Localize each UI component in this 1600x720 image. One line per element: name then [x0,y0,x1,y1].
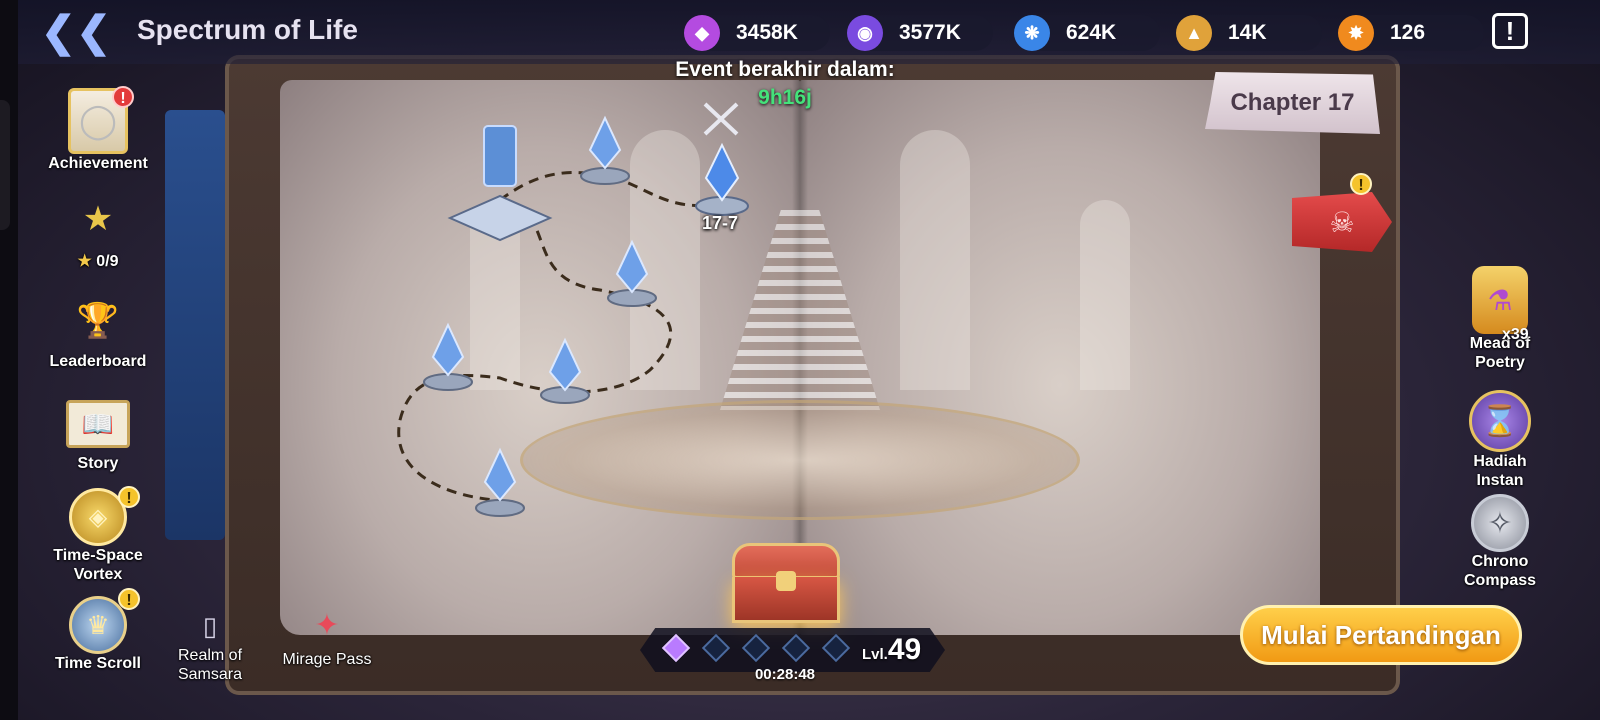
currency-slot[interactable]: ✸ 126 [1338,15,1484,51]
level-value: 49 [887,633,922,666]
star-trophy-icon: ★ [82,200,114,238]
page-title: Spectrum of Life [137,14,358,45]
currency-slot[interactable]: ❋ 624K [1014,15,1160,51]
mead-of-poetry-button[interactable]: ⚗ Mead of Poetry [1442,266,1558,372]
time-space-vortex-button[interactable]: ◈ Time-Space Vortex [40,488,156,584]
currency-slot[interactable]: ◉ 3577K [847,15,993,51]
mirage-pass-label: Mirage Pass [282,651,372,668]
time-scroll-label: Time Scroll [55,655,141,672]
info-icon: ! [1505,16,1515,46]
leaderboard-label: Leaderboard [49,353,147,370]
star-reward-button[interactable]: ★ ★ 0/9 [40,186,156,271]
stage-node[interactable] [423,322,473,391]
violet-eye-gem-icon: ◉ [847,15,883,51]
level-prefix: Lvl. [862,646,888,663]
currency-value: 624K [1066,21,1117,44]
currency-value: 3577K [899,21,961,44]
hourglass-icon: ⌛ [1469,390,1531,452]
boss-stage-button[interactable]: ☠ [1292,192,1392,252]
star-icon: ★ [77,253,92,270]
star-progress-value: 0/9 [96,253,119,270]
progress-timer: 00:28:48 [754,666,816,683]
stage-node-current[interactable] [695,102,749,216]
event-countdown-label: Event berakhir dalam: [675,58,895,81]
currency-value: 14K [1228,21,1267,44]
mirage-pass-button[interactable]: ✦ Mirage Pass [272,600,382,669]
event-countdown-time: 9h16j [758,86,812,109]
chest-lock-icon [776,571,796,591]
start-match-button[interactable]: Mulai Pertandingan [1240,605,1522,665]
realm-of-samsara-button[interactable]: ▯ Realm of Samsara [166,606,254,684]
hadiah-instan-label: Hadiah Instan [1473,453,1527,489]
story-button[interactable]: 📖 Story [40,400,156,473]
stage-node[interactable] [540,337,590,404]
hadiah-instan-button[interactable]: ⌛ Hadiah Instan [1442,390,1558,490]
samsara-icon: ▯ [202,610,218,641]
alert-badge-icon: ! [112,86,134,108]
achievement-label: Achievement [48,155,148,172]
stage-node[interactable] [607,239,657,307]
blue-crystal-icon: ❋ [1014,15,1050,51]
leaderboard-button[interactable]: 🏆 Leaderboard [40,290,156,371]
realm-of-samsara-label: Realm of Samsara [177,647,243,683]
current-stage-label: 17-7 [701,213,739,233]
mead-count: x39 [1502,326,1529,343]
stage-node[interactable] [580,115,630,185]
stage-node[interactable] [475,447,525,517]
potion-icon: ⚗ [1472,266,1528,334]
story-label: Story [77,455,119,472]
trophy-icon: 🏆 [76,302,120,340]
gold-triangle-icon: ▲ [1176,15,1212,51]
star-progress-label: ★ 0/9 [40,252,156,271]
currency-value: 3458K [736,21,798,44]
alert-badge-icon: ! [118,588,140,610]
back-arrow-icon: ❮❮ [40,8,112,55]
back-button[interactable]: ❮❮ [40,8,112,56]
currency-value: 126 [1390,21,1426,44]
currency-slot[interactable]: ▲ 14K [1176,15,1322,51]
game-screen: 17-7 ❮❮ Spectrum of Life ◆ 3458K ◉ 3577K… [0,0,1600,720]
demon-skull-icon: ☠ [1329,206,1355,238]
chrono-compass-button[interactable]: ✧ Chrono Compass [1442,494,1558,590]
stage-node-start[interactable] [447,125,553,242]
chapter-label[interactable]: Chapter 17 [1205,72,1380,134]
currency-slot[interactable]: ◆ 3458K [684,15,830,51]
time-scroll-icon: ♛ [69,596,127,654]
reward-chest[interactable] [732,543,840,623]
alert-badge-icon: ! [118,486,140,508]
compass-icon: ✧ [1471,494,1529,552]
open-book-icon: 📖 [66,400,130,448]
chrono-compass-label: Chrono Compass [1463,553,1537,589]
time-space-vortex-label: Time-Space Vortex [53,547,143,583]
level-display: Lvl.49 [862,633,921,667]
purple-gem-icon: ◆ [684,15,720,51]
time-scroll-button[interactable]: ♛ Time Scroll [40,596,156,673]
flame-swirl-icon: ✸ [1338,15,1374,51]
alert-badge-icon: ! [1350,173,1372,195]
achievement-button[interactable]: ◯ Achievement [40,88,156,173]
info-button[interactable]: ! [1492,13,1528,49]
mirage-pass-icon: ✦ [314,608,340,642]
